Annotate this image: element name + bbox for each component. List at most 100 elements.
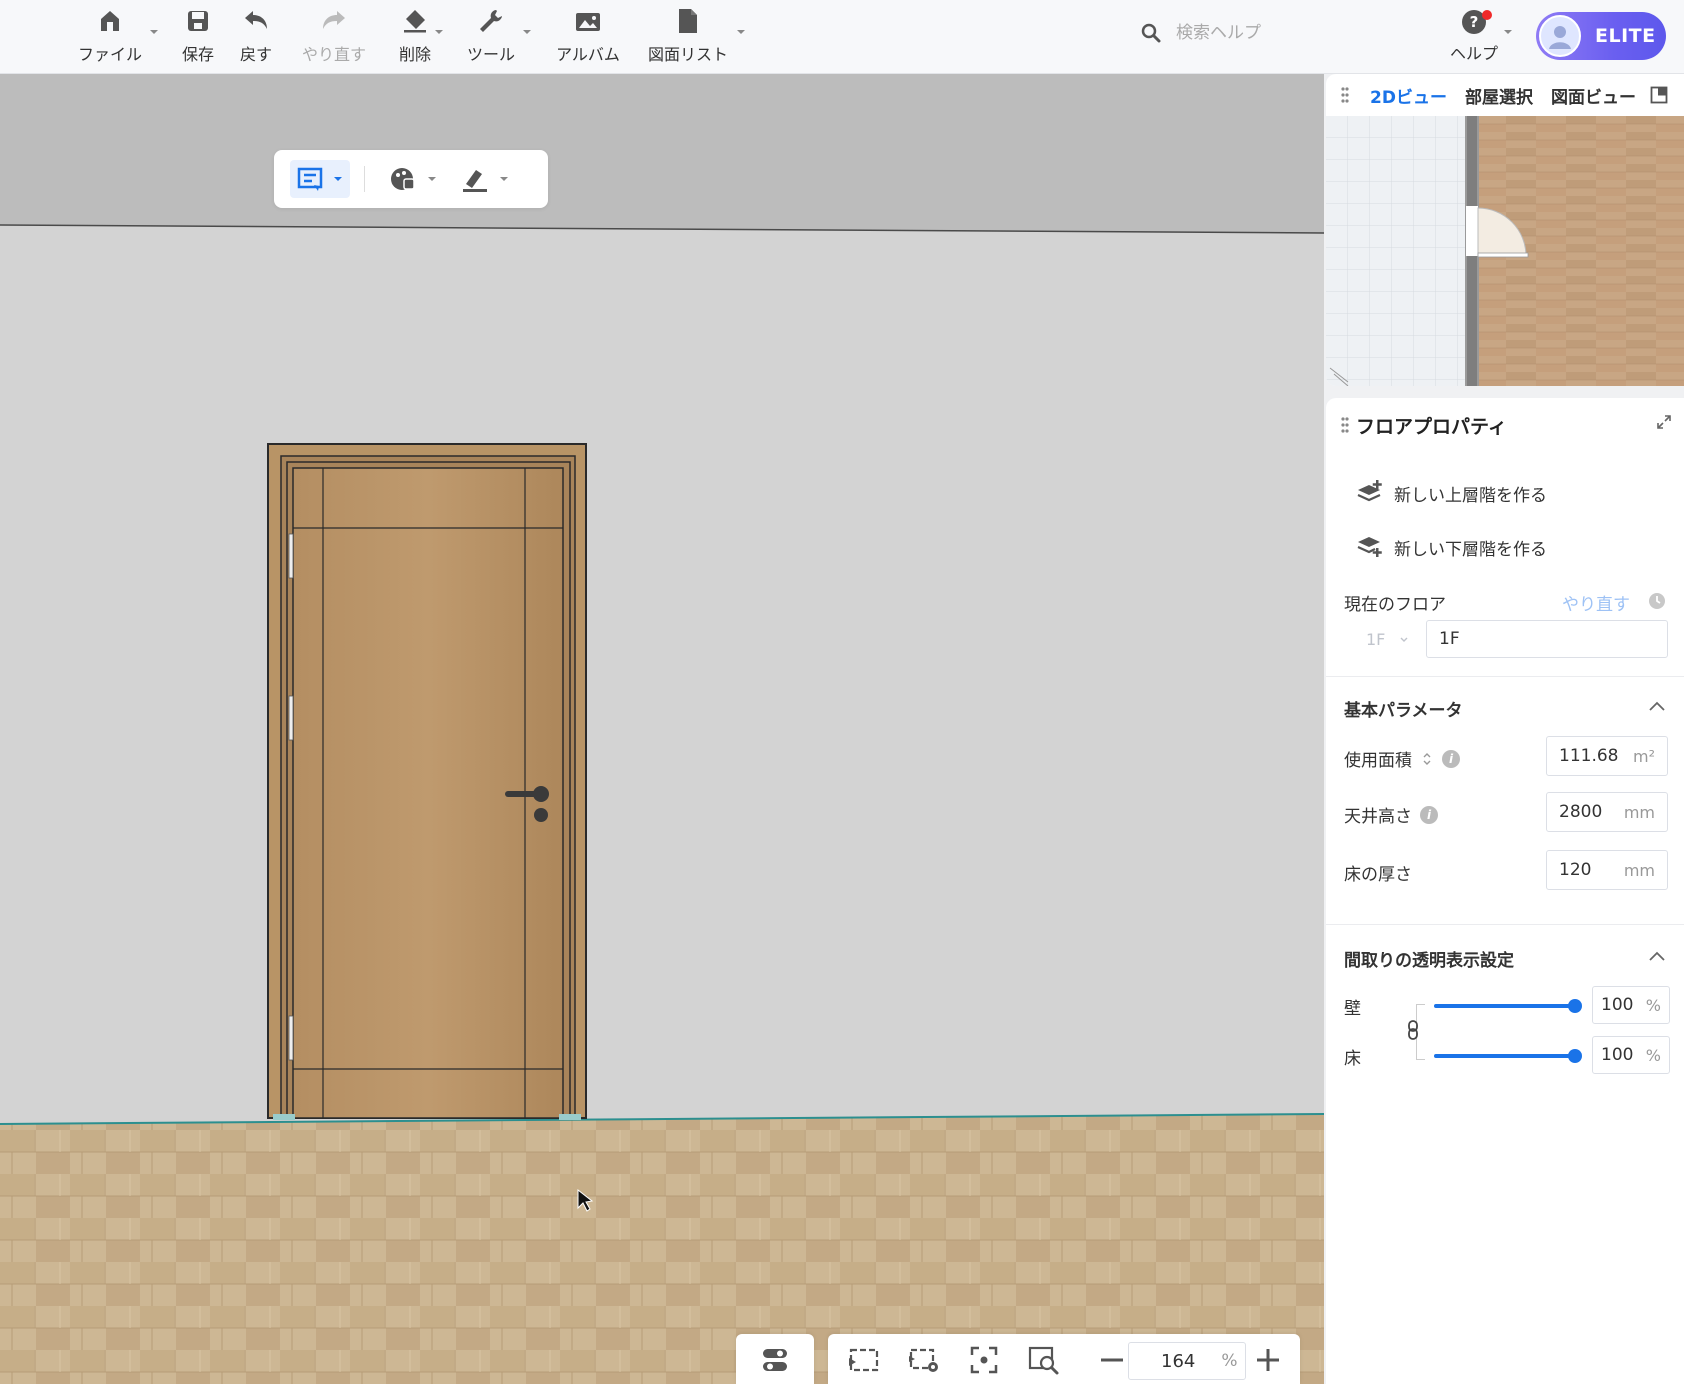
current-floor-label: 現在のフロア [1344,595,1446,615]
link-icon[interactable] [1406,1020,1420,1040]
album-button[interactable]: アルバム [554,6,622,66]
wall-transparency-input[interactable]: 100 % [1592,986,1670,1024]
view-frame-icon [849,1348,879,1372]
toggle-toolbar [736,1334,814,1384]
chevron-up-icon[interactable] [1648,700,1666,712]
create-upper-floor-button[interactable]: 新しい上層階を作る [1356,478,1547,508]
floor-slider-thumb[interactable] [1568,1049,1582,1063]
zoom-in-button[interactable] [1248,1342,1288,1378]
view-tools-popup [274,150,548,208]
wall [0,225,1324,1124]
floor-thickness-label: 床の厚さ [1344,865,1412,885]
drag-grip-icon[interactable] [1340,416,1350,434]
floor-transparency-input[interactable]: 100 % [1592,1036,1670,1074]
minus-icon [1101,1358,1123,1362]
user-avatar-icon [1539,15,1581,57]
redo-button[interactable]: やり直す [298,6,370,66]
zoom-out-button[interactable] [1092,1342,1132,1378]
wrench-icon [476,6,506,36]
chevron-down-icon [1400,637,1408,642]
help-button[interactable]: ? ヘルプ [1446,8,1502,66]
floor-properties-panel: フロアプロパティ 新しい上層階を作る 新しい下層階を作る 現在のフロア やり直す… [1326,398,1684,1384]
eraser-icon [400,6,430,36]
album-icon [573,6,603,36]
drawing-list-caret-icon[interactable] [736,28,746,36]
divider [1326,676,1684,677]
ceiling-height-input[interactable]: 2800 mm [1546,792,1668,832]
wall-label: 壁 [1344,999,1361,1019]
tab-drawing-view[interactable]: 図面ビュー [1551,83,1636,108]
floor-transparency-slider[interactable] [1434,1046,1584,1066]
basic-params-title[interactable]: 基本パラメータ [1344,696,1463,721]
tools-caret-icon[interactable] [522,28,532,36]
view-settings-icon [909,1348,938,1372]
zoom-fit-icon [1028,1346,1059,1375]
delete-caret-icon[interactable] [434,28,444,36]
mini-view-tabs: 2Dビュー 部屋選択 図面ビュー [1326,74,1684,116]
drawing-list-button[interactable]: 図面リスト [646,6,730,66]
dock-icon[interactable] [1650,86,1668,104]
brush-button[interactable] [458,160,518,198]
brush-icon [463,170,508,192]
drag-grip-icon[interactable] [1340,86,1350,104]
file-menu-button[interactable]: ファイル [72,6,148,66]
layers-add-down-icon [1357,537,1382,557]
wall-slider-fill [1434,1004,1574,1008]
search-box[interactable] [1140,22,1328,44]
floor-name-input[interactable]: 1F [1426,620,1668,658]
material-button[interactable] [386,160,446,198]
expand-icon[interactable] [1656,414,1672,430]
search-input[interactable] [1174,22,1328,44]
redo-link[interactable]: やり直す [1562,590,1630,615]
undo-button[interactable]: 戻す [234,6,278,66]
file-caret-icon[interactable] [149,28,159,36]
focus-icon [970,1346,998,1374]
top-toolbar: ファイル 保存 戻す やり直す 削除 ツール アルバム 図面リスト 検索ヘルプ … [0,0,1684,74]
chevron-up-icon[interactable] [1648,950,1666,962]
display-toggle-button[interactable] [755,1342,795,1378]
view-settings-button[interactable] [904,1342,944,1378]
floor-select[interactable]: 1F [1356,620,1434,658]
tools-menu-button[interactable]: ツール [464,6,518,66]
mini-view-card: 2Dビュー 部屋選択 図面ビュー [1326,74,1684,386]
3d-viewport[interactable] [0,74,1324,1384]
sort-icon[interactable] [1422,751,1432,767]
comment-select-icon [297,167,342,191]
view-frame-button[interactable] [844,1342,884,1378]
transparency-title[interactable]: 間取りの透明表示設定 [1344,946,1514,971]
divider [364,166,365,192]
clock-icon[interactable] [1648,592,1666,610]
comment-select-button[interactable] [290,160,350,198]
usable-area-row-label: 使用面積 i [1344,746,1460,771]
wall-slider-thumb[interactable] [1568,999,1582,1013]
search-icon [1141,23,1161,43]
delete-button[interactable]: 削除 [392,6,438,66]
zoom-fit-button[interactable] [1024,1342,1064,1378]
svg-text:?: ? [1470,13,1479,31]
elite-account-badge[interactable]: ELITE [1536,12,1666,60]
usable-area-input[interactable]: 111.68 m² [1546,736,1668,776]
info-icon[interactable]: i [1442,749,1460,768]
palette-icon [391,168,436,190]
save-button[interactable]: 保存 [176,6,220,66]
2d-floor-plan[interactable] [1326,116,1684,386]
tab-2d-view[interactable]: 2Dビュー [1370,83,1447,108]
ceiling [0,74,1324,233]
create-lower-floor-button[interactable]: 新しい下層階を作る [1356,532,1547,562]
ceiling-height-row-label: 天井高さ i [1344,802,1438,827]
panel-title: フロアプロパティ [1356,416,1507,438]
toggle-icon [763,1349,787,1371]
undo-icon [241,6,271,36]
divider [1326,924,1684,925]
plus-icon [1257,1349,1279,1371]
focus-button[interactable] [964,1342,1004,1378]
zoom-level-input[interactable]: 164 % [1128,1342,1246,1380]
home-icon [95,6,125,36]
help-caret-icon[interactable] [1503,28,1513,36]
tab-room-select[interactable]: 部屋選択 [1465,83,1533,108]
info-icon[interactable]: i [1420,805,1438,824]
door [267,443,587,1120]
floor-thickness-input[interactable]: 120 mm [1546,850,1668,890]
wall-transparency-slider[interactable] [1434,996,1584,1016]
save-icon [183,6,213,36]
